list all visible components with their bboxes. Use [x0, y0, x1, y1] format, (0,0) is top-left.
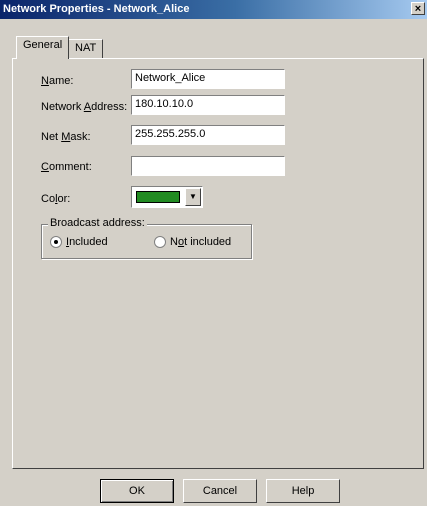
title-bar[interactable]: Network Properties - Network_Alice ×: [0, 0, 427, 19]
network-properties-dialog: Network Properties - Network_Alice × Gen…: [0, 0, 427, 506]
window-title: Network Properties - Network_Alice: [3, 3, 190, 15]
close-button[interactable]: ×: [411, 2, 425, 15]
tab-general[interactable]: General: [16, 36, 70, 59]
ok-button[interactable]: OK: [100, 479, 174, 503]
cancel-button[interactable]: Cancel: [183, 479, 257, 503]
general-tab-panel: [12, 58, 424, 469]
tab-general-label: General: [23, 39, 63, 51]
help-button[interactable]: Help: [266, 479, 340, 503]
close-icon: ×: [414, 3, 422, 15]
tab-nat-label: NAT: [75, 42, 97, 54]
tab-nat[interactable]: NAT: [68, 39, 104, 58]
